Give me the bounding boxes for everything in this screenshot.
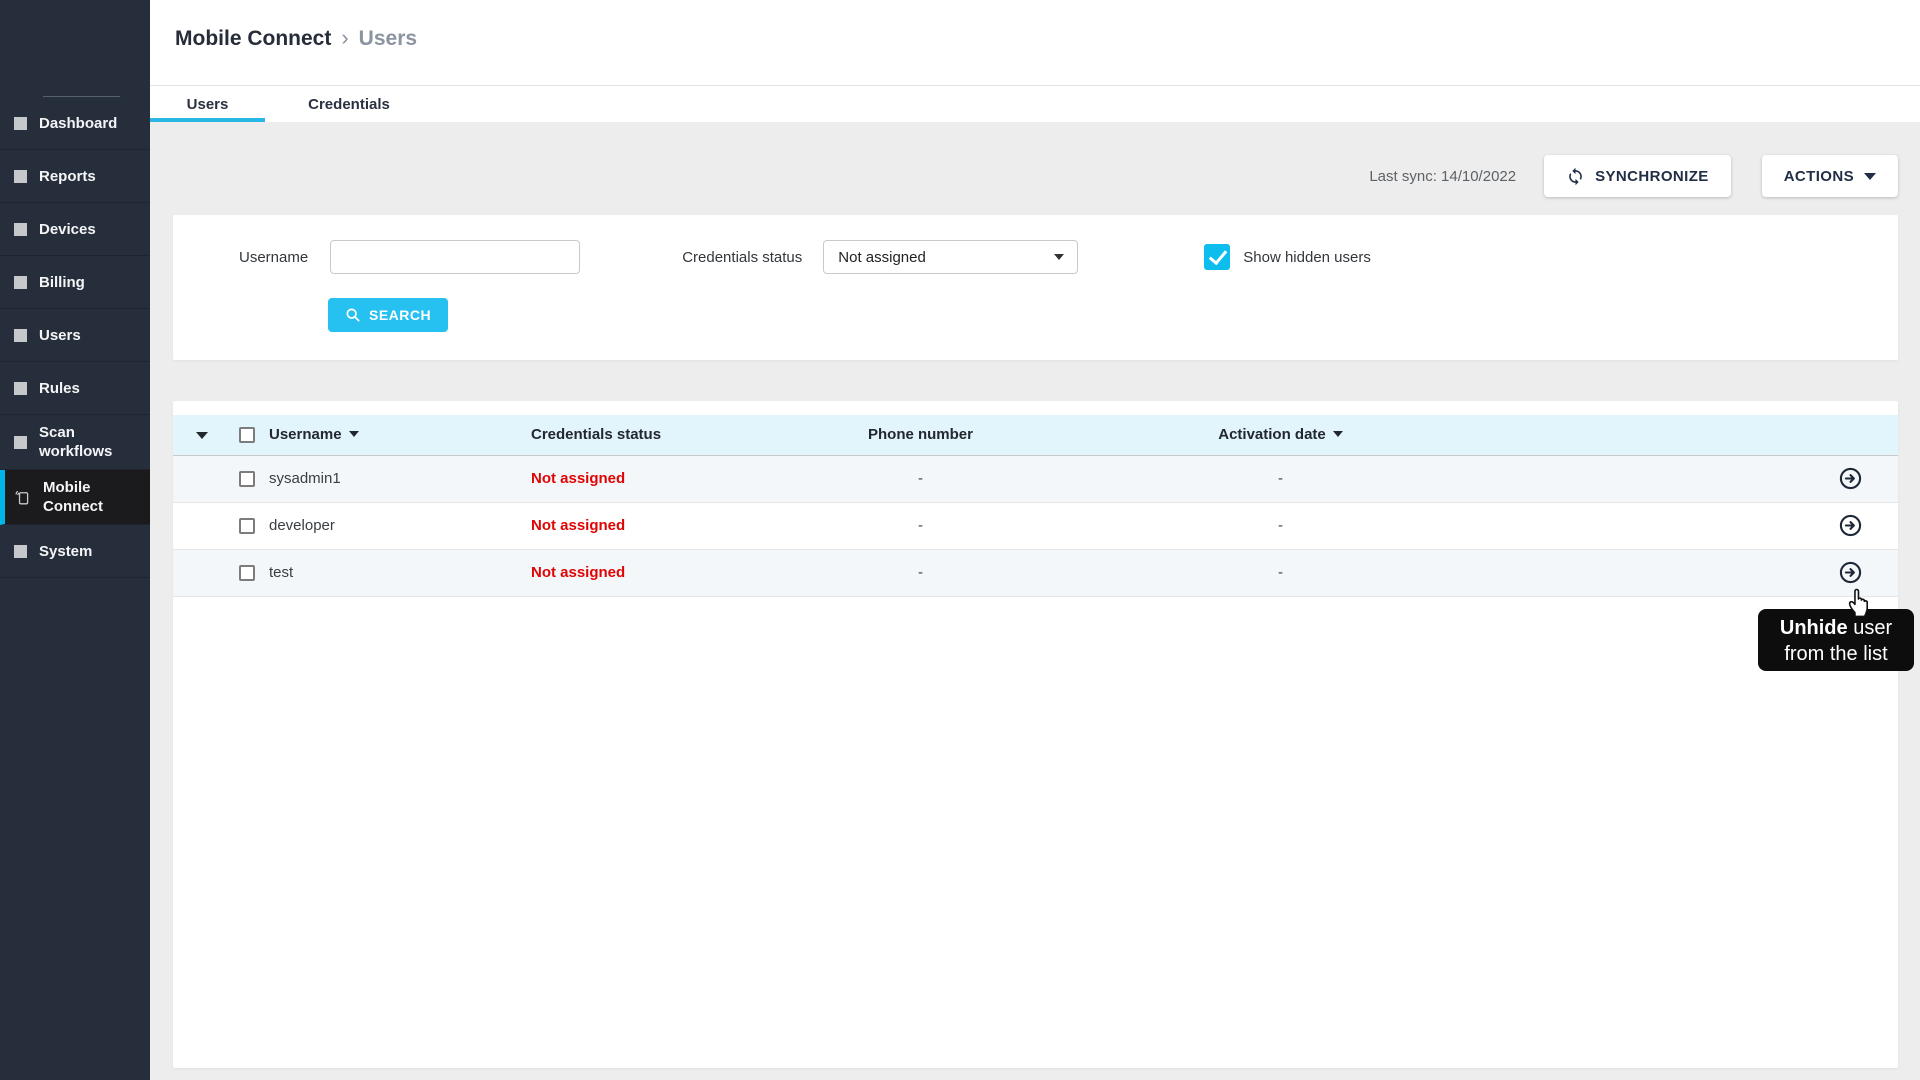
sidebar-item-label: Devices — [39, 220, 96, 239]
select-caret-icon — [1054, 254, 1064, 260]
show-hidden-users-checkbox[interactable] — [1204, 244, 1230, 270]
cell-credentials-status: Not assigned — [531, 502, 813, 549]
sidebar-item-mobile-connect[interactable]: Mobile Connect — [0, 470, 150, 525]
sidebar-logo-space — [0, 0, 150, 97]
content-area: Last sync: 14/10/2022 SYNCHRONIZE ACTION… — [150, 122, 1920, 1080]
search-icon — [345, 307, 361, 323]
sidebar-item-users[interactable]: Users — [0, 309, 150, 362]
sort-caret-icon — [1333, 431, 1343, 437]
unhide-user-icon[interactable] — [1839, 514, 1862, 537]
row-checkbox[interactable] — [239, 471, 255, 487]
sidebar-item-billing[interactable]: Billing — [0, 256, 150, 309]
row-checkbox[interactable] — [239, 565, 255, 581]
table-row: developer Not assigned - - — [173, 502, 1898, 549]
sidebar-item-label: Billing — [39, 273, 85, 292]
tab-credentials[interactable]: Credentials — [265, 86, 433, 122]
mobile-connect-icon — [14, 488, 31, 506]
sidebar-item-label: System — [39, 542, 92, 561]
show-hidden-users-label: Show hidden users — [1243, 249, 1371, 266]
synchronize-button-label: SYNCHRONIZE — [1595, 168, 1709, 185]
sidebar-item-scan-workflows[interactable]: Scan workflows — [0, 415, 150, 470]
sidebar-item-label: Rules — [39, 379, 80, 398]
sidebar-menu: Dashboard Reports Devices Billing Users … — [0, 97, 150, 578]
sidebar-item-label: Users — [39, 326, 81, 345]
cell-phone-number: - — [813, 502, 1028, 549]
users-table: Username Credentials status Phone number… — [173, 415, 1898, 597]
cell-username: sysadmin1 — [269, 455, 531, 502]
sidebar-item-label: Reports — [39, 167, 96, 186]
cell-credentials-status: Not assigned — [531, 549, 813, 596]
cell-activation-date: - — [1028, 455, 1533, 502]
table-header-row: Username Credentials status Phone number… — [173, 415, 1898, 455]
column-header-credentials-status[interactable]: Credentials status — [531, 415, 813, 455]
sidebar-item-devices[interactable]: Devices — [0, 203, 150, 256]
menu-square-icon — [14, 223, 27, 236]
actions-button-label: ACTIONS — [1784, 168, 1854, 185]
search-button-label: SEARCH — [369, 307, 431, 323]
unhide-tooltip: Unhide user from the list — [1758, 609, 1914, 671]
menu-square-icon — [14, 170, 27, 183]
username-input[interactable] — [330, 240, 580, 274]
page-header: Mobile Connect › Users — [150, 0, 1920, 85]
breadcrumb-parent[interactable]: Mobile Connect — [175, 27, 331, 51]
unhide-user-icon[interactable] — [1839, 561, 1862, 584]
tab-bar: Users Credentials — [150, 85, 1920, 122]
toolbar: Last sync: 14/10/2022 SYNCHRONIZE ACTION… — [173, 122, 1898, 197]
cell-phone-number: - — [813, 549, 1028, 596]
breadcrumb: Mobile Connect › Users — [175, 27, 1920, 51]
search-button[interactable]: SEARCH — [328, 298, 448, 332]
unhide-user-icon[interactable] — [1839, 467, 1862, 490]
credentials-status-label: Credentials status — [682, 249, 802, 266]
sidebar-item-dashboard[interactable]: Dashboard — [0, 97, 150, 150]
menu-square-icon — [14, 545, 27, 558]
tooltip-text: user — [1848, 617, 1892, 639]
sidebar-item-label: Mobile Connect — [43, 478, 141, 516]
actions-button[interactable]: ACTIONS — [1762, 155, 1898, 197]
collapse-caret-icon[interactable] — [196, 432, 208, 439]
cell-phone-number: - — [813, 455, 1028, 502]
credentials-status-select[interactable]: Not assigned — [823, 240, 1078, 274]
synchronize-button[interactable]: SYNCHRONIZE — [1544, 155, 1731, 197]
breadcrumb-separator-icon: › — [341, 25, 348, 51]
sidebar-item-rules[interactable]: Rules — [0, 362, 150, 415]
breadcrumb-current: Users — [359, 27, 417, 51]
tab-users[interactable]: Users — [150, 86, 265, 122]
cell-activation-date: - — [1028, 502, 1533, 549]
table-row: test Not assigned - - — [173, 549, 1898, 596]
select-all-checkbox[interactable] — [239, 427, 255, 443]
menu-square-icon — [14, 117, 27, 130]
menu-square-icon — [14, 436, 27, 449]
cell-username: test — [269, 549, 531, 596]
sidebar-item-system[interactable]: System — [0, 525, 150, 578]
users-table-panel: Username Credentials status Phone number… — [173, 401, 1898, 1068]
cell-credentials-status: Not assigned — [531, 455, 813, 502]
username-label: Username — [239, 249, 308, 266]
sidebar: Dashboard Reports Devices Billing Users … — [0, 0, 150, 1080]
row-checkbox[interactable] — [239, 518, 255, 534]
tooltip-bold-text: Unhide — [1780, 617, 1848, 639]
tooltip-line2: from the list — [1758, 641, 1914, 667]
column-header-activation-date[interactable]: Activation date — [1028, 415, 1533, 455]
credentials-status-value: Not assigned — [838, 249, 926, 266]
sort-caret-icon — [349, 431, 359, 437]
sidebar-item-reports[interactable]: Reports — [0, 150, 150, 203]
table-row: sysadmin1 Not assigned - - — [173, 455, 1898, 502]
column-header-username[interactable]: Username — [269, 415, 531, 455]
sidebar-item-label: Scan workflows — [39, 423, 137, 461]
cell-username: developer — [269, 502, 531, 549]
filter-panel: Username Credentials status Not assigned… — [173, 215, 1898, 360]
filter-row: Username Credentials status Not assigned… — [173, 240, 1898, 274]
menu-square-icon — [14, 382, 27, 395]
chevron-down-icon — [1864, 173, 1876, 180]
refresh-icon — [1566, 167, 1585, 186]
menu-square-icon — [14, 329, 27, 342]
last-sync-label: Last sync: 14/10/2022 — [1369, 168, 1516, 185]
menu-square-icon — [14, 276, 27, 289]
sidebar-item-label: Dashboard — [39, 114, 117, 133]
column-header-phone-number[interactable]: Phone number — [813, 415, 1028, 455]
cell-activation-date: - — [1028, 549, 1533, 596]
